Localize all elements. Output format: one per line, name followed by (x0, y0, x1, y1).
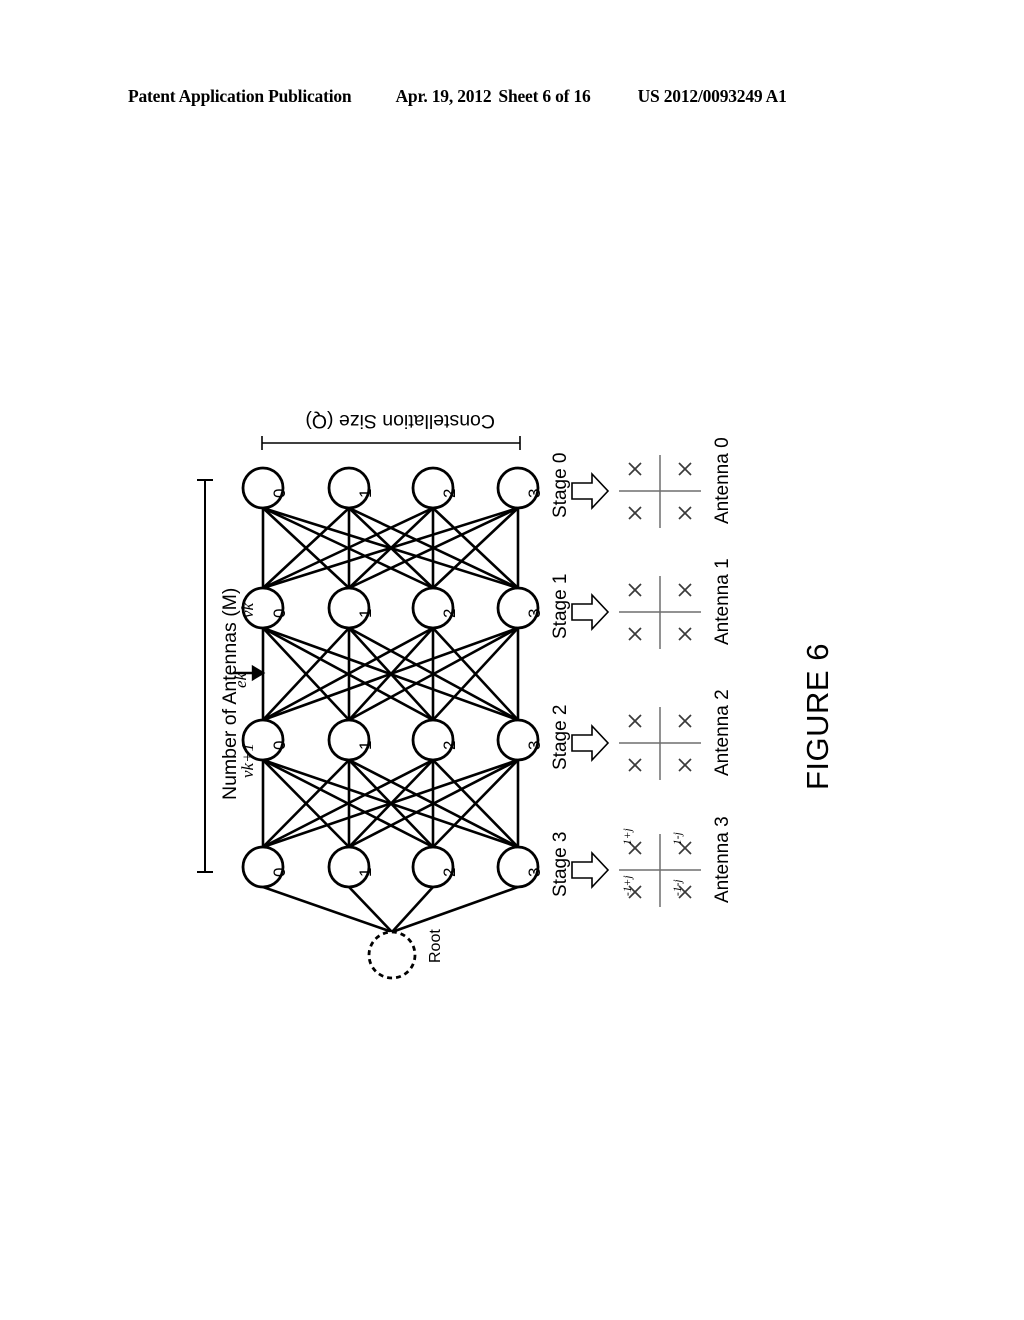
figure-6-diagram: 0 1 2 3 0 1 2 3 0 1 2 3 0 1 2 3 Root vk … (0, 0, 1024, 1320)
trellis-node-label: 2 (440, 740, 459, 750)
stage-arrow (571, 592, 610, 632)
stage-label-2: Stage 2 (550, 704, 571, 771)
antenna-label-2: Antenna 2 (712, 689, 733, 776)
constellation-point (628, 583, 642, 597)
constellation-point (628, 758, 642, 772)
stage-label-3: Stage 3 (550, 831, 571, 898)
stage-arrow (571, 850, 610, 890)
antennas-bracket (197, 479, 213, 873)
trellis-node-label: 3 (525, 488, 544, 498)
stage-label-1: Stage 1 (550, 573, 571, 640)
trellis-node-label: 0 (270, 740, 289, 750)
edges-stage1-stage2 (261, 626, 520, 722)
trellis-node-label: 1 (356, 867, 375, 877)
constellation-point-label: 1+j (622, 828, 634, 845)
antenna-label-3: Antenna 3 (712, 816, 733, 903)
constellation-point (678, 462, 692, 476)
constellation-point-label: -1-j (672, 879, 684, 896)
stage-label-0: Stage 0 (550, 452, 571, 519)
trellis-node-label: 0 (270, 608, 289, 618)
trellis-node-label: 3 (525, 867, 544, 877)
trellis-node-label: 2 (440, 867, 459, 877)
trellis-edges (261, 506, 520, 934)
edges-stage2-stage3 (261, 758, 520, 849)
trellis-node-label: 3 (525, 740, 544, 750)
constellation-point (678, 627, 692, 641)
constellation-point (628, 506, 642, 520)
constellation-point (678, 506, 692, 520)
constellation-point (628, 714, 642, 728)
trellis-node-label: 1 (356, 608, 375, 618)
trellis-node-label: 1 (356, 740, 375, 750)
constellation-point (678, 583, 692, 597)
constellation-point-label: 1-j (672, 832, 684, 845)
trellis-node-label: 0 (270, 488, 289, 498)
root-node (367, 930, 417, 980)
edges-stage0-stage1 (261, 506, 520, 590)
trellis-svg (197, 436, 701, 980)
trellis-node-label: 3 (525, 608, 544, 618)
trellis-node-label: 2 (440, 488, 459, 498)
stage-arrow (571, 723, 610, 763)
constellation-point (628, 462, 642, 476)
antennas-axis-label: Number of Antennas (M) (219, 587, 241, 800)
antenna-label-1: Antenna 1 (712, 558, 733, 645)
stage-arrow (571, 471, 610, 511)
constellation-bracket (261, 436, 521, 450)
antenna-label-0: Antenna 0 (712, 437, 733, 524)
constellation-point (628, 627, 642, 641)
stage-arrows (571, 471, 610, 890)
edges-stage3-root (262, 885, 519, 934)
root-node-label: Root (427, 929, 444, 963)
trellis-node-label: 0 (270, 867, 289, 877)
constellation-point (678, 714, 692, 728)
constellation-point (678, 758, 692, 772)
constellation-point-label: -1+j (622, 875, 634, 896)
figure-title: FIGURE 6 (800, 643, 835, 790)
constellation-axis-label: Constellation Size (Q) (305, 410, 495, 432)
trellis-node-label: 1 (356, 488, 375, 498)
trellis-node-label: 2 (440, 608, 459, 618)
